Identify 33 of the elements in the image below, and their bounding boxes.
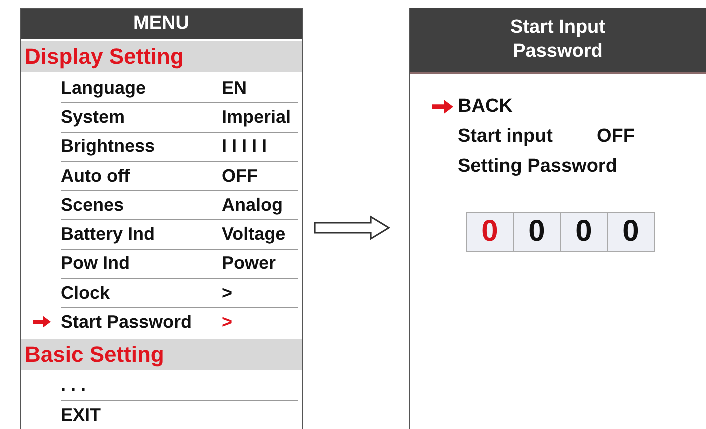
menu-item[interactable]: . . . — [61, 375, 298, 396]
menu-item[interactable]: BACK — [458, 96, 513, 118]
menu-value: EN — [222, 78, 248, 99]
menu-item[interactable]: Clock — [61, 282, 222, 304]
menu-item[interactable]: Auto off — [61, 166, 222, 187]
menu-value: OFF — [222, 166, 259, 187]
menu-item[interactable]: Scenes — [61, 194, 222, 216]
menu-item[interactable]: System — [61, 106, 222, 128]
menu-item[interactable]: Language — [61, 78, 222, 99]
menu-title: MENU — [21, 9, 302, 39]
menu-value: Voltage — [222, 224, 287, 246]
arrow-icon — [313, 215, 393, 241]
password-digit[interactable]: 0 — [561, 213, 608, 251]
menu-item[interactable]: Start Password — [61, 312, 222, 334]
menu-item[interactable]: Battery Ind — [61, 224, 222, 246]
menu-item[interactable]: Setting Password — [458, 156, 618, 178]
screen-title: Start Input Password — [410, 8, 706, 74]
menu-value: OFF — [597, 126, 635, 148]
menu-value: Imperial — [222, 106, 292, 128]
section-header: Display Setting — [21, 41, 302, 72]
password-digit[interactable]: 0 — [514, 213, 561, 251]
menu-item[interactable]: Brightness — [61, 136, 222, 158]
password-digit[interactable]: 0 — [608, 213, 654, 251]
menu-value: > — [222, 312, 234, 334]
menu-value: Power — [222, 253, 278, 274]
menu-item[interactable]: EXIT — [61, 404, 298, 426]
menu-value: Analog — [222, 194, 284, 216]
menu-item[interactable]: Pow Ind — [61, 253, 222, 274]
section-header: Basic Setting — [21, 338, 302, 370]
menu-value: I I I I I — [222, 136, 268, 158]
password-digit[interactable]: 0 — [467, 213, 514, 251]
menu-value: > — [222, 282, 234, 304]
menu-item[interactable]: Start input — [458, 126, 553, 148]
